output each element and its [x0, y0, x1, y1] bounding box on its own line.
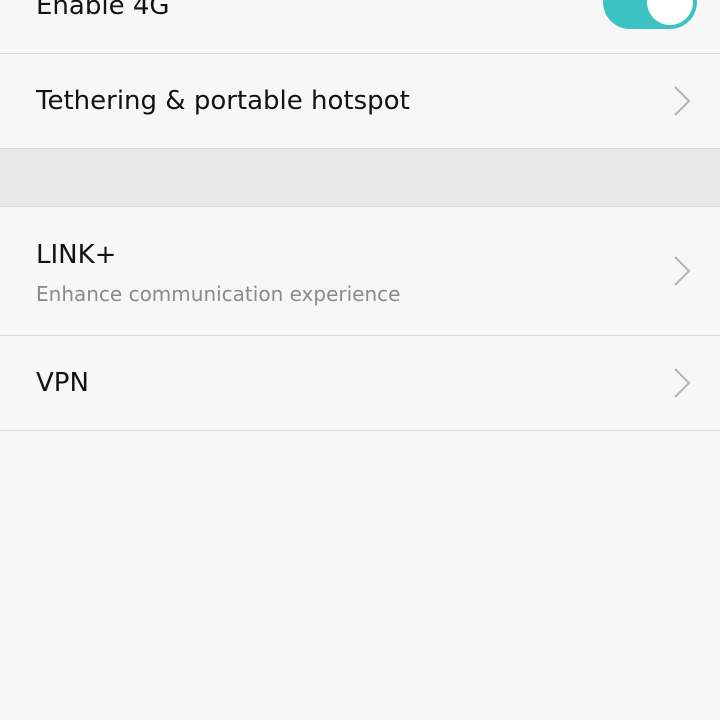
tethering-label: Tethering & portable hotspot — [36, 86, 410, 116]
link-plus-subtitle: Enhance communication experience — [36, 282, 401, 306]
vpn-row[interactable]: VPN — [0, 336, 720, 431]
link-plus-row[interactable]: LINK+ Enhance communication experience — [0, 207, 720, 336]
toggle-knob — [647, 0, 693, 25]
tethering-row[interactable]: Tethering & portable hotspot — [0, 54, 720, 149]
enable-4g-toggle[interactable] — [603, 0, 697, 29]
settings-list: Enable 4G Tethering & portable hotspot L… — [0, 0, 720, 431]
chevron-right-icon — [674, 368, 691, 398]
section-divider — [0, 149, 720, 207]
chevron-right-icon — [674, 256, 691, 286]
vpn-label: VPN — [36, 368, 89, 398]
chevron-right-icon — [674, 86, 691, 116]
enable-4g-label: Enable 4G — [36, 0, 170, 21]
enable-4g-row[interactable]: Enable 4G — [0, 0, 720, 54]
link-plus-label: LINK+ — [36, 240, 117, 270]
